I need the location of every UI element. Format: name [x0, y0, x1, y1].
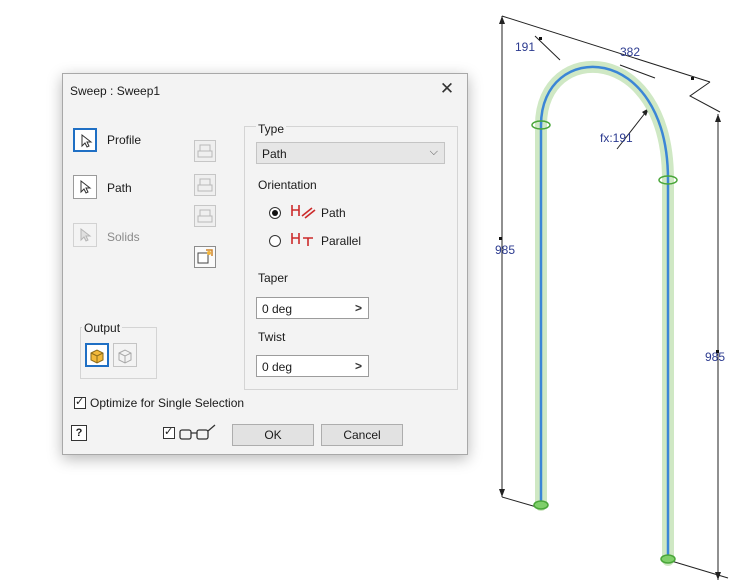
chevron-right-icon[interactable]: >: [355, 301, 362, 315]
ok-button[interactable]: OK: [232, 424, 314, 446]
shape-options-button[interactable]: [194, 246, 216, 268]
taper-label: Taper: [258, 271, 289, 285]
solids-options-button[interactable]: [194, 205, 216, 227]
options-panel: [244, 126, 458, 390]
taper-value: 0 deg: [262, 302, 293, 316]
orientation-path-radio[interactable]: [269, 207, 281, 219]
checkmark-icon: ✓: [75, 396, 85, 408]
preview-glasses-icon: [179, 424, 216, 440]
output-solid-button[interactable]: [85, 343, 109, 367]
type-dropdown[interactable]: Path ⌵: [256, 142, 445, 164]
profile-options-button[interactable]: [194, 140, 216, 162]
help-button[interactable]: ?: [71, 425, 87, 441]
solids-select-button[interactable]: [73, 223, 97, 247]
dimension-radius[interactable]: fx:191: [600, 131, 633, 145]
arrowheads: [499, 16, 721, 580]
surface-cube-icon: [118, 349, 132, 364]
printer-icon: [197, 144, 213, 158]
output-label: Output: [82, 321, 123, 335]
optimize-checkbox[interactable]: ✓: [74, 396, 86, 409]
twist-value: 0 deg: [262, 360, 293, 374]
cursor-arrow-icon: [80, 227, 92, 242]
type-value: Path: [262, 147, 287, 161]
twist-label: Twist: [258, 330, 286, 344]
orientation-parallel-label: Parallel: [321, 234, 362, 248]
path-label: Path: [107, 181, 132, 195]
checkmark-icon: ✓: [164, 426, 174, 438]
cursor-arrow-icon: [81, 133, 93, 148]
chevron-down-icon: ⌵: [429, 146, 438, 158]
output-surface-button[interactable]: [113, 343, 137, 367]
taper-input[interactable]: 0 deg >: [256, 297, 369, 319]
orientation-label: Orientation: [258, 178, 317, 192]
printer-icon: [197, 178, 213, 192]
dialog-title: Sweep : Sweep1: [70, 84, 161, 98]
optimize-label: Optimize for Single Selection: [90, 396, 245, 410]
path-orientation-icon: [291, 205, 316, 219]
dimension-985-left[interactable]: 985: [495, 243, 515, 257]
cancel-button[interactable]: Cancel: [321, 424, 403, 446]
solid-cube-icon: [90, 349, 104, 364]
path-select-button[interactable]: [73, 175, 97, 199]
profile-markers: [531, 120, 678, 564]
profile-label: Profile: [107, 133, 142, 147]
preview-checkbox[interactable]: ✓: [163, 426, 175, 439]
chevron-right-icon[interactable]: >: [355, 359, 362, 373]
dimension-382[interactable]: 382: [620, 45, 640, 59]
orientation-parallel-radio[interactable]: [269, 235, 281, 247]
parallel-orientation-icon: [291, 233, 313, 246]
path-options-button[interactable]: [194, 174, 216, 196]
shape-edit-icon: [197, 249, 213, 264]
close-icon[interactable]: ✕: [437, 79, 457, 99]
dimension-191-top[interactable]: 191: [515, 40, 535, 54]
profile-select-button[interactable]: [73, 128, 97, 152]
cursor-arrow-icon: [80, 179, 92, 194]
dimension-985-right[interactable]: 985: [705, 350, 725, 364]
type-label: Type: [256, 122, 287, 136]
solids-label: Solids: [107, 230, 140, 244]
sweep-dialog: Sweep : Sweep1 ✕ Profile Path Solids Typ…: [62, 73, 468, 455]
printer-icon: [197, 209, 213, 223]
orientation-path-label: Path: [321, 206, 346, 220]
twist-input[interactable]: 0 deg >: [256, 355, 369, 377]
